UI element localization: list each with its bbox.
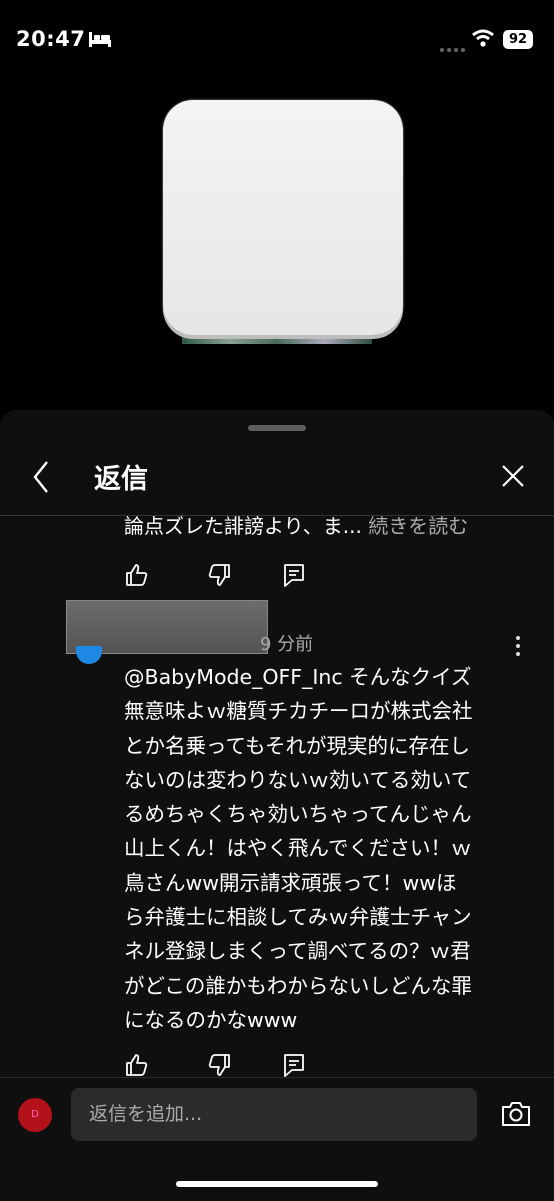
- chevron-left-icon[interactable]: [28, 457, 58, 497]
- camera-icon[interactable]: [500, 1100, 532, 1128]
- status-time: 20:47: [16, 27, 86, 51]
- home-indicator: [176, 1181, 378, 1187]
- battery-icon: 92: [503, 30, 533, 49]
- dislike-icon[interactable]: [206, 562, 232, 588]
- status-bar: 20:47 92: [0, 0, 554, 80]
- previous-comment-actions: [124, 562, 324, 590]
- user-avatar[interactable]: D: [18, 1098, 52, 1132]
- reply-input[interactable]: 返信を追加...: [71, 1088, 477, 1141]
- sheet-header: 返信: [0, 445, 554, 515]
- like-icon[interactable]: [124, 1052, 150, 1078]
- close-icon[interactable]: [498, 461, 528, 491]
- more-options-icon[interactable]: [508, 636, 528, 662]
- comment-text: @BabyMode_OFF_Inc そんなクイズ 無意味よｗ糖質チカチーロが株式…: [124, 665, 473, 1032]
- reply-bar: D 返信を追加...: [0, 1077, 554, 1201]
- reply-icon[interactable]: [281, 1052, 307, 1078]
- comment-time: 9 分前: [260, 634, 314, 655]
- wifi-icon: [472, 29, 494, 47]
- reply-icon[interactable]: [281, 562, 307, 588]
- previous-comment-snippet: 論点ズレた誹謗より、ま... 続きを読む: [124, 510, 468, 539]
- read-more-link[interactable]: 続きを読む: [368, 514, 468, 538]
- reply-comment-actions: [124, 1052, 324, 1080]
- avatar[interactable]: [76, 646, 102, 664]
- bed-icon: [89, 32, 111, 47]
- like-icon[interactable]: [124, 562, 150, 588]
- signal-dots-icon: [440, 37, 468, 56]
- sheet-title: 返信: [94, 464, 148, 495]
- drag-handle[interactable]: [248, 425, 306, 431]
- dislike-icon[interactable]: [206, 1052, 232, 1078]
- previous-comment-text: 論点ズレた誹謗より、ま...: [124, 514, 369, 538]
- video-preview[interactable]: [163, 100, 403, 335]
